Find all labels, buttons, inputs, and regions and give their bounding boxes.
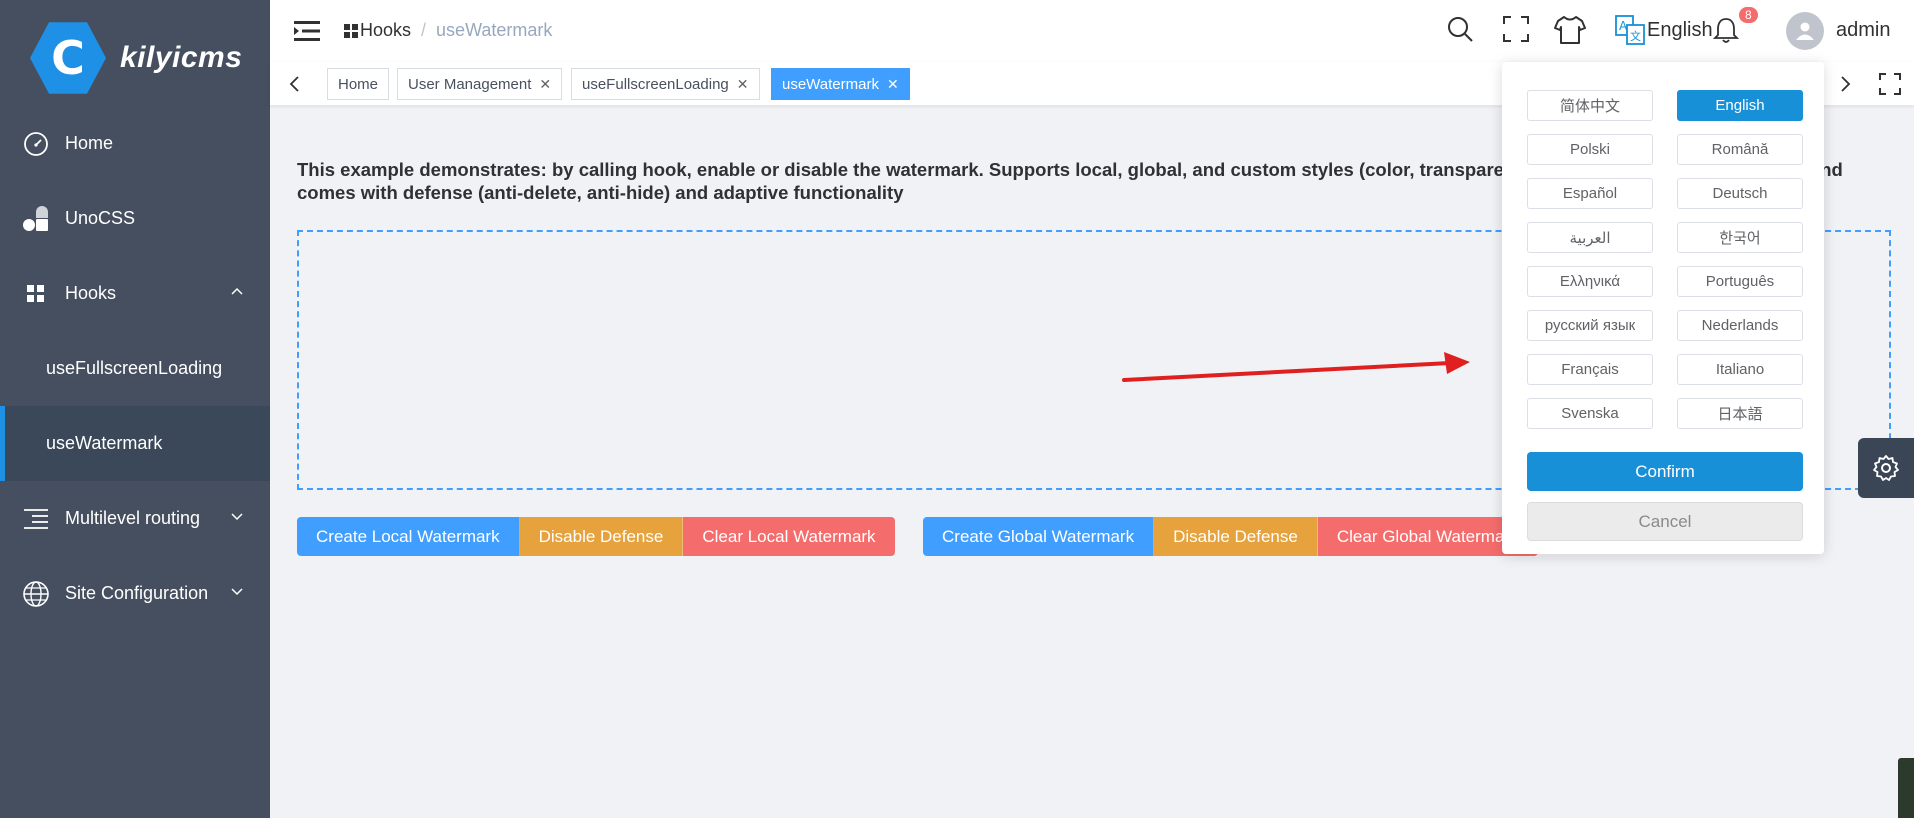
language-option[interactable]: Deutsch — [1677, 178, 1803, 209]
grid-icon — [344, 23, 358, 38]
language-option[interactable]: Español — [1527, 178, 1653, 209]
language-option[interactable]: Português — [1677, 266, 1803, 297]
sidebar-item-label: Home — [65, 133, 114, 153]
sidebar-item-label: useFullscreenLoading — [46, 358, 223, 378]
sidebar-item-site-configuration[interactable]: Site Configuration — [0, 556, 270, 631]
breadcrumb-item[interactable]: Hooks — [360, 20, 411, 41]
language-option[interactable]: русский язык — [1527, 310, 1653, 341]
cancel-button[interactable]: Cancel — [1527, 502, 1803, 541]
language-option[interactable]: 日本語 — [1677, 398, 1803, 429]
language-option[interactable]: Italiano — [1677, 354, 1803, 385]
sidebar-item-hooks[interactable]: Hooks — [0, 256, 270, 331]
app-name: kilyicms — [120, 41, 243, 74]
create-local-watermark-button[interactable]: Create Local Watermark — [297, 517, 520, 556]
logo[interactable]: C kilyicms — [0, 0, 270, 116]
language-option[interactable]: Français — [1527, 354, 1653, 385]
tab-usefullscreenloading[interactable]: useFullscreenLoading ✕ — [571, 68, 760, 100]
tab-label: User Management — [408, 75, 532, 93]
close-icon[interactable]: ✕ — [539, 76, 551, 93]
sidebar-item-multilevel-routing[interactable]: Multilevel routing — [0, 481, 270, 556]
svg-text:文: 文 — [1630, 29, 1641, 43]
language-option[interactable]: Svenska — [1527, 398, 1653, 429]
tab-label: Home — [338, 75, 379, 93]
sidebar-item-label: useWatermark — [46, 433, 163, 453]
language-option[interactable]: 简体中文 — [1527, 90, 1653, 121]
notification-badge: 8 — [1738, 6, 1759, 24]
hamburger-icon[interactable] — [294, 19, 320, 43]
disable-defense-button[interactable]: Disable Defense — [1154, 517, 1318, 556]
create-global-watermark-button[interactable]: Create Global Watermark — [923, 517, 1155, 556]
bell-icon[interactable] — [1713, 16, 1739, 44]
tab-home[interactable]: Home — [327, 68, 390, 100]
language-option[interactable]: Polski — [1527, 134, 1653, 165]
language-option[interactable]: Nederlands — [1677, 310, 1803, 341]
unocss-icon — [21, 204, 51, 234]
user-icon — [1796, 22, 1814, 40]
close-icon[interactable]: ✕ — [887, 76, 899, 93]
avatar[interactable] — [1786, 12, 1824, 50]
settings-panel-toggle[interactable] — [1858, 438, 1914, 498]
language-dropdown: 简体中文 English Polski Română Español Deuts… — [1502, 62, 1824, 554]
chevron-down-icon — [231, 513, 243, 521]
language-option[interactable]: 한국어 — [1677, 222, 1803, 253]
global-watermark-button-group: Create Global Watermark Disable Defense … — [923, 517, 1538, 556]
disable-defense-button[interactable]: Disable Defense — [519, 517, 684, 556]
language-option[interactable]: Română — [1677, 134, 1803, 165]
tab-user-management[interactable]: User Management ✕ — [397, 68, 563, 100]
language-label[interactable]: English — [1647, 19, 1713, 42]
sidebar-item-unocss[interactable]: UnoCSS — [0, 181, 270, 256]
sidebar-item-home[interactable]: Home — [0, 106, 270, 181]
corner-widget — [1898, 758, 1914, 818]
breadcrumb-current: useWatermark — [436, 20, 553, 40]
local-watermark-button-group: Create Local Watermark Disable Defense C… — [297, 517, 895, 556]
annotation-arrow — [1122, 352, 1470, 382]
translate-icon[interactable]: A文 — [1615, 15, 1645, 45]
sidebar-item-label: Multilevel routing — [65, 508, 201, 528]
confirm-button[interactable]: Confirm — [1527, 452, 1803, 491]
theme-shirt-icon[interactable] — [1554, 15, 1586, 45]
language-option-selected[interactable]: English — [1677, 90, 1803, 121]
logo-mark-icon: C — [30, 22, 106, 94]
breadcrumb-separator: / — [421, 20, 427, 40]
globe-icon — [21, 579, 51, 609]
tab-label: useWatermark — [782, 75, 879, 93]
language-option[interactable]: العربية — [1527, 222, 1653, 253]
fullscreen-icon[interactable] — [1878, 72, 1902, 96]
sidebar: C kilyicms Home UnoCSS Hooks useFullscre… — [0, 0, 270, 818]
menu-lines-icon — [21, 504, 51, 534]
username[interactable]: admin — [1836, 19, 1890, 42]
sidebar-item-usefullscreenloading[interactable]: useFullscreenLoading — [0, 331, 270, 406]
sidebar-item-label: Hooks — [65, 283, 117, 303]
dashboard-icon — [21, 129, 51, 159]
grid-icon — [21, 279, 51, 309]
tab-label: useFullscreenLoading — [582, 75, 729, 93]
tab-usewatermark[interactable]: useWatermark ✕ — [771, 68, 910, 100]
close-icon[interactable]: ✕ — [737, 76, 749, 93]
chevron-left-icon[interactable] — [288, 75, 302, 93]
chevron-down-icon — [231, 588, 243, 596]
breadcrumb: Hooks / useWatermark — [344, 20, 552, 41]
clear-local-watermark-button[interactable]: Clear Local Watermark — [683, 517, 895, 556]
sidebar-item-label: UnoCSS — [65, 208, 136, 228]
top-navbar: Hooks / useWatermark A文 English 8 admin — [270, 0, 1914, 62]
search-icon[interactable] — [1446, 15, 1474, 43]
language-option[interactable]: Ελληνικά — [1527, 266, 1653, 297]
fullscreen-icon[interactable] — [1502, 15, 1530, 43]
gear-icon — [1873, 455, 1899, 481]
chevron-up-icon — [231, 287, 243, 295]
sidebar-item-label: Site Configuration — [65, 583, 209, 603]
sidebar-item-usewatermark[interactable]: useWatermark — [0, 406, 270, 481]
chevron-right-icon[interactable] — [1838, 75, 1852, 93]
